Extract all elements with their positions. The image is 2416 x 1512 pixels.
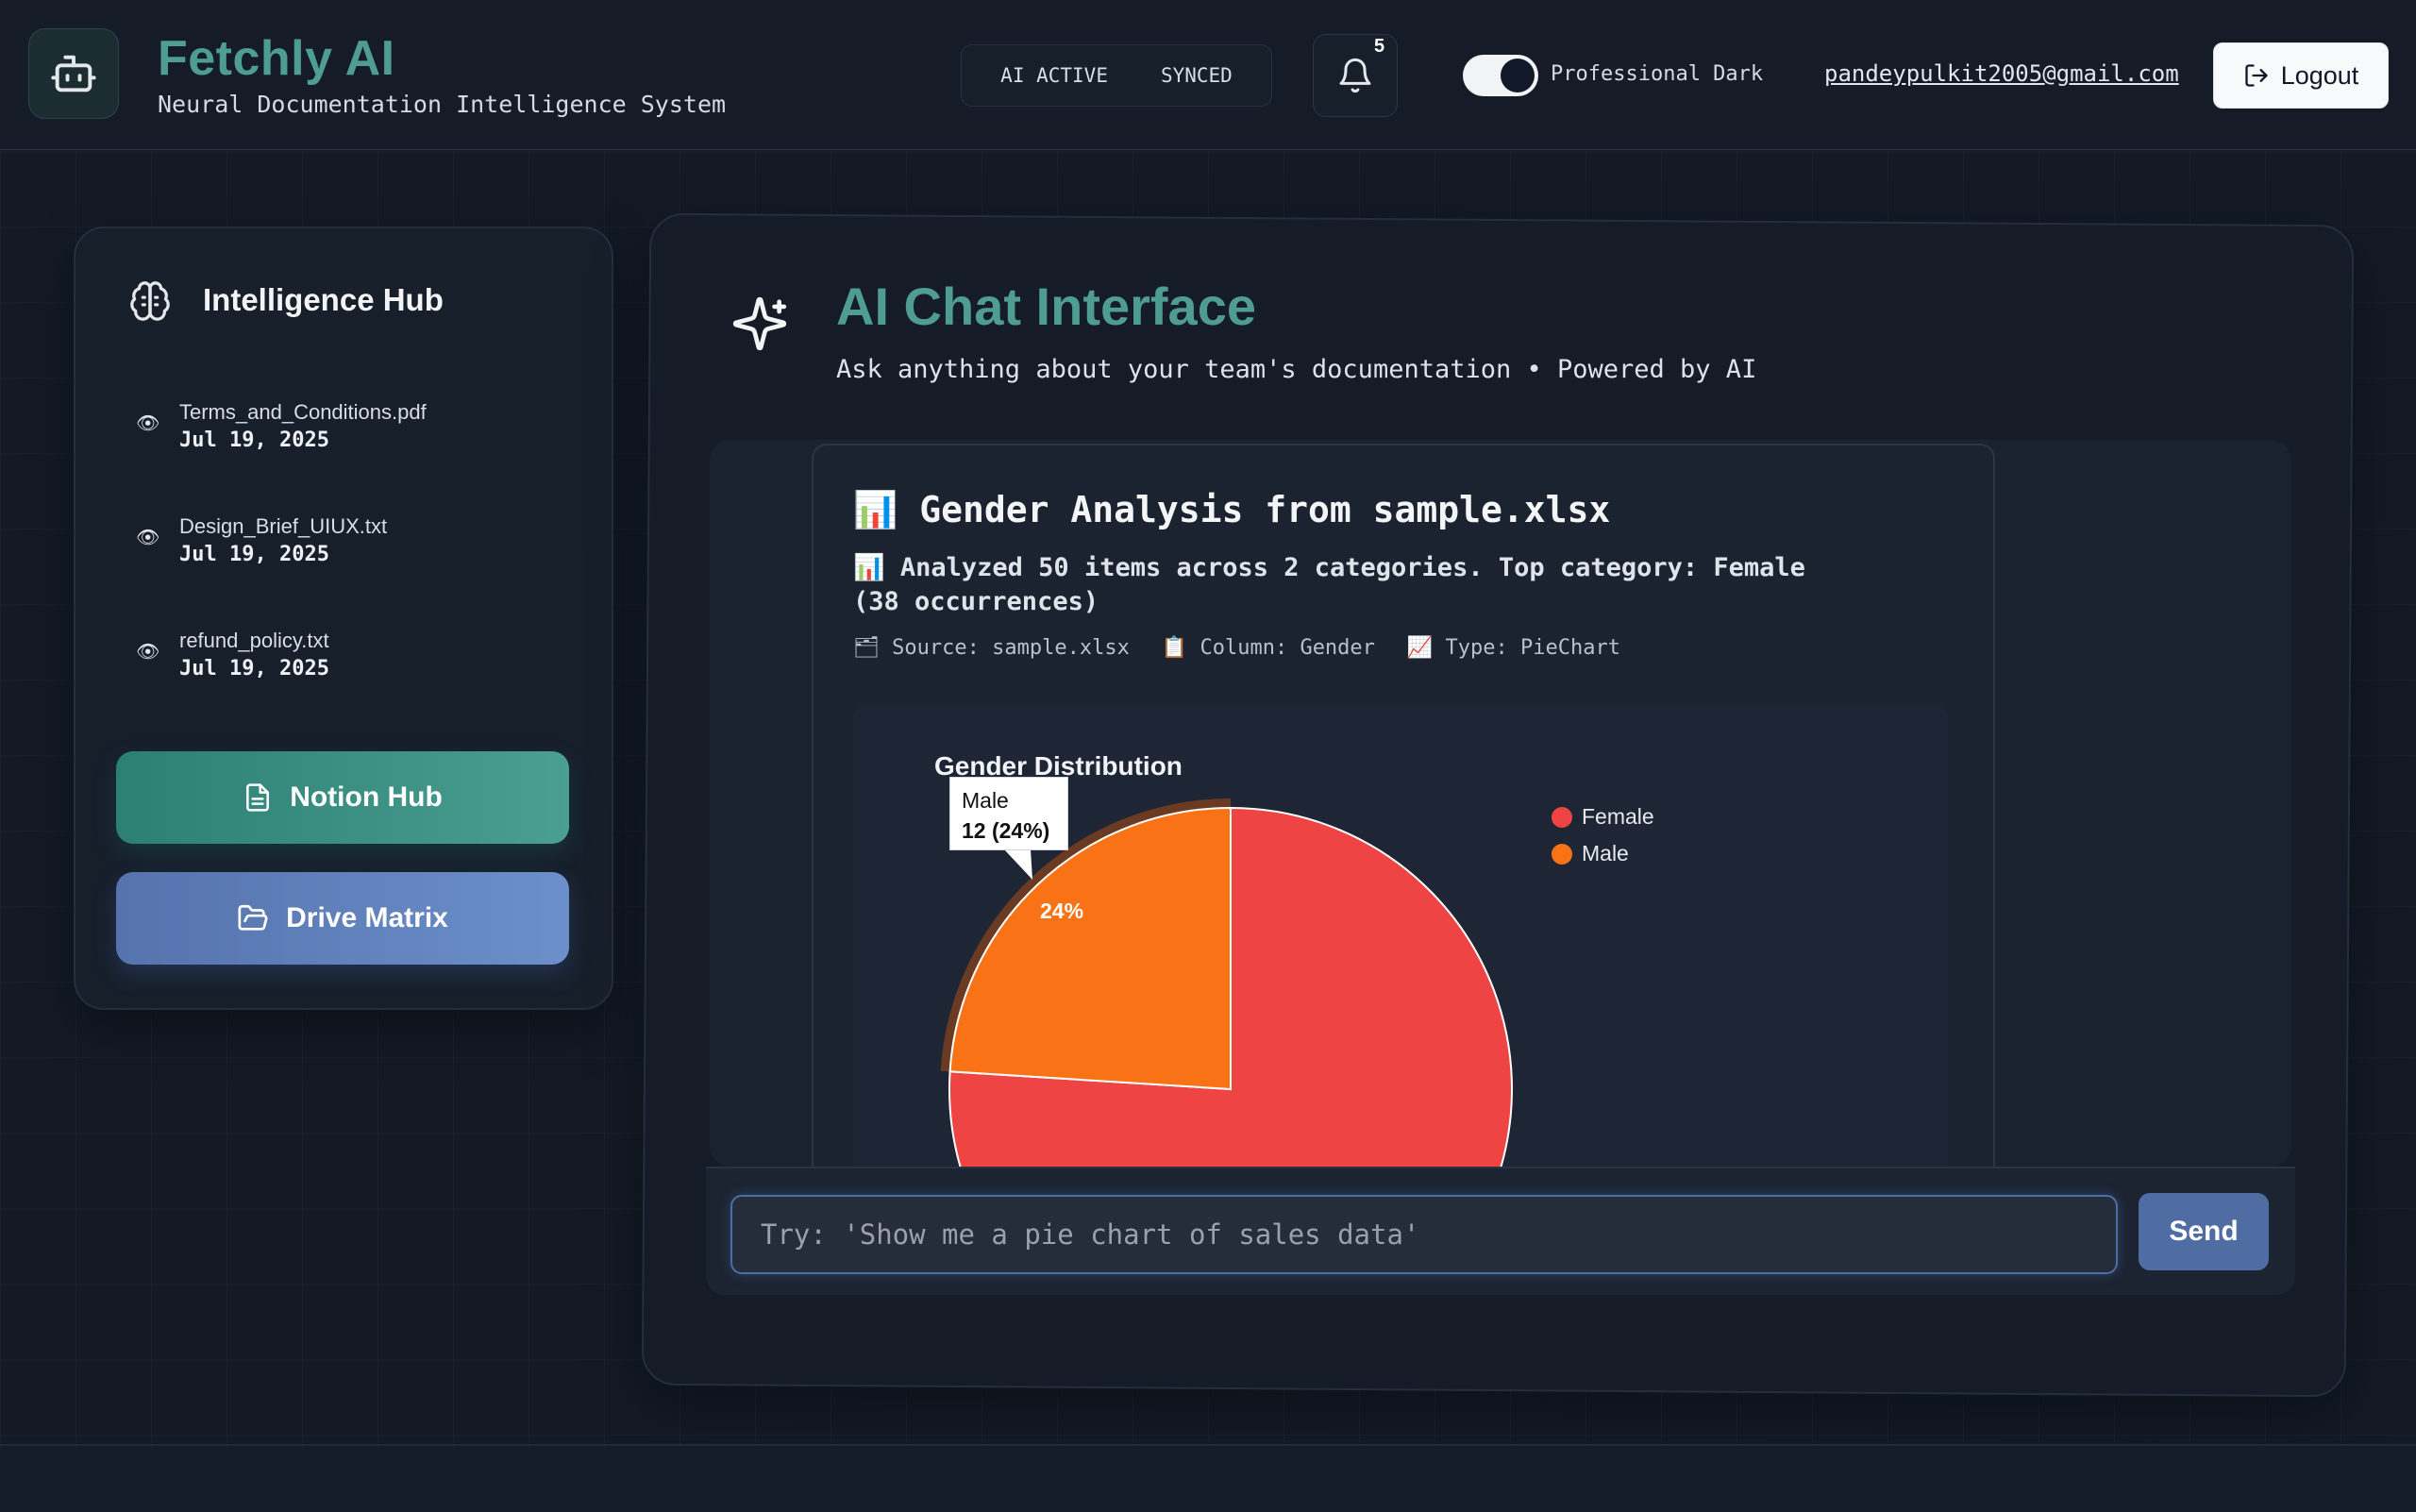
document-item[interactable]: 👁 Design_Brief_UIUX.txt Jul 19, 2025	[128, 509, 562, 575]
notion-hub-label: Notion Hub	[290, 781, 443, 813]
document-item[interactable]: 👁 Terms_and_Conditions.pdf Jul 19, 2025	[128, 395, 562, 461]
document-date: Jul 19, 2025	[179, 428, 329, 452]
drive-matrix-label: Drive Matrix	[286, 902, 448, 933]
document-item[interactable]: 👁 refund_policy.txt Jul 19, 2025	[128, 623, 562, 689]
theme-label: Professional Dark	[1551, 62, 1764, 86]
document-date: Jul 19, 2025	[179, 543, 329, 566]
sparkles-icon	[732, 296, 787, 351]
logout-icon	[2245, 64, 2268, 87]
message-meta: 🗂 Source: sample.xlsx 📋 Column: Gender 📈…	[853, 636, 1620, 660]
robot-icon	[51, 55, 96, 92]
document-name: refund_policy.txt	[179, 629, 329, 652]
theme-toggle[interactable]	[1463, 55, 1538, 96]
eye-icon: 👁	[136, 642, 160, 663]
legend-item-female[interactable]: Female	[1552, 798, 1654, 835]
chat-title: AI Chat Interface	[836, 277, 1256, 336]
document-name: Design_Brief_UIUX.txt	[179, 514, 388, 538]
folder-open-icon	[238, 904, 268, 931]
notification-count: 5	[1374, 36, 1385, 57]
meta-source: 🗂 Source: sample.xlsx	[853, 636, 1130, 660]
notion-hub-button[interactable]: Notion Hub	[116, 751, 569, 844]
intelligence-hub-panel: Intelligence Hub 👁 Terms_and_Conditions.…	[74, 227, 613, 1010]
tooltip-pointer	[1004, 849, 1032, 880]
hub-title: Intelligence Hub	[203, 282, 444, 317]
send-button[interactable]: Send	[2139, 1193, 2269, 1270]
drive-matrix-button[interactable]: Drive Matrix	[116, 872, 569, 965]
tooltip-label: Male	[962, 788, 1009, 813]
bell-icon	[1339, 58, 1371, 93]
assistant-message: 📊 Gender Analysis from sample.xlsx 📊 Ana…	[812, 444, 1995, 1167]
eye-icon: 👁	[136, 528, 160, 548]
logout-button[interactable]: Logout	[2213, 42, 2389, 109]
toggle-knob	[1501, 59, 1535, 92]
legend-label: Female	[1582, 804, 1654, 829]
chat-subtitle: Ask anything about your team's documenta…	[836, 355, 1757, 384]
chat-input[interactable]	[730, 1195, 2118, 1274]
document-date: Jul 19, 2025	[179, 657, 329, 680]
legend-label: Male	[1582, 841, 1629, 865]
chat-input-bar: Send	[706, 1167, 2295, 1295]
meta-type: 📈 Type: PieChart	[1406, 636, 1620, 660]
legend-swatch-female	[1552, 806, 1572, 828]
top-header: Fetchly AI Neural Documentation Intellig…	[0, 0, 2416, 150]
status-ai-active: AI ACTIVE	[1000, 64, 1108, 87]
status-synced: SYNCED	[1160, 64, 1233, 87]
user-email-link[interactable]: pandeypulkit2005@gmail.com	[1824, 60, 2179, 87]
tooltip-value: 12 (24%)	[962, 818, 1050, 843]
document-name: Terms_and_Conditions.pdf	[179, 400, 427, 424]
message-text: 📊 Analyzed 50 items across 2 categories.…	[853, 553, 1805, 616]
eye-icon: 👁	[136, 413, 160, 434]
app-title: Fetchly AI	[158, 31, 395, 86]
legend-item-male[interactable]: Male	[1552, 835, 1654, 872]
status-indicator: AI ACTIVE SYNCED	[961, 44, 1272, 107]
logout-label: Logout	[2280, 60, 2359, 90]
slice-label-male: 24%	[1040, 899, 1084, 923]
pie-chart-container: Gender Distribution Female Male 24% Male…	[853, 706, 1948, 1167]
meta-column: 📋 Column: Gender	[1161, 636, 1375, 660]
message-list[interactable]: 📊 Gender Analysis from sample.xlsx 📊 Ana…	[710, 440, 2291, 1167]
chart-tooltip: Male 12 (24%)	[949, 777, 1068, 850]
brain-icon	[130, 281, 170, 321]
legend-swatch-male	[1552, 843, 1572, 865]
footer-bar	[0, 1444, 2416, 1512]
app-subtitle: Neural Documentation Intelligence System	[158, 91, 727, 118]
app-logo[interactable]	[28, 28, 119, 119]
notifications-button[interactable]	[1313, 34, 1398, 117]
chart-legend: Female Male	[1552, 798, 1654, 872]
message-title: 📊 Gender Analysis from sample.xlsx	[853, 489, 1611, 530]
document-icon	[246, 783, 270, 812]
